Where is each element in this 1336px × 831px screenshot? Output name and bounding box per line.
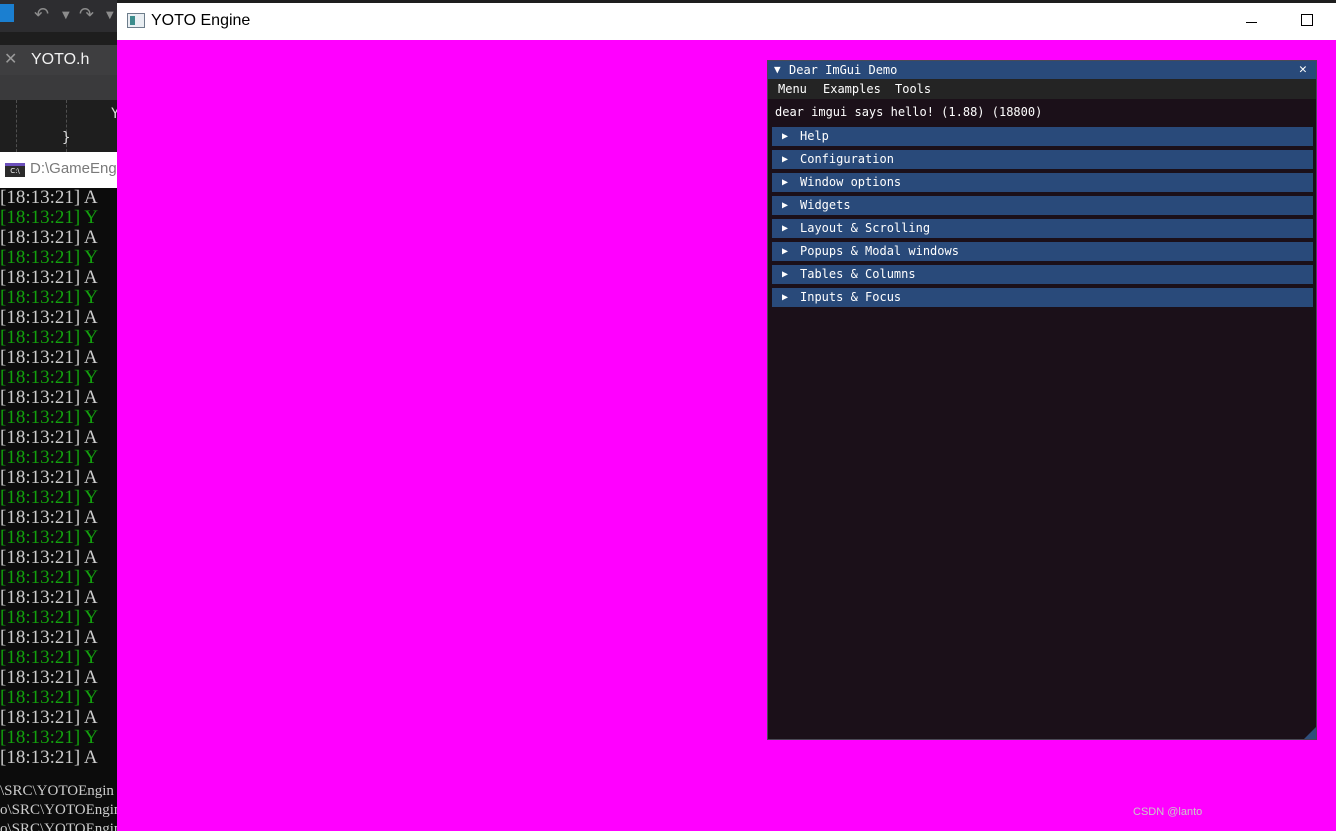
close-icon[interactable]: ✕	[1299, 61, 1307, 79]
header-help[interactable]: ▶ Help	[772, 127, 1313, 146]
expand-arrow-icon: ▶	[782, 269, 789, 280]
imgui-window-title: Dear ImGui Demo	[789, 63, 898, 77]
console-log-line: [18:13:21] A	[0, 547, 98, 568]
console-log-line: [18:13:21] Y	[0, 327, 98, 348]
header-layout-scrolling[interactable]: ▶ Layout & Scrolling	[772, 219, 1313, 238]
console-log-line: [18:13:21] A	[0, 667, 98, 688]
undo-dropdown-icon[interactable]: ▼	[62, 10, 70, 21]
console-log-line: [18:13:21] A	[0, 747, 98, 768]
menu-tools[interactable]: Tools	[895, 79, 931, 99]
vs-toolbar: ↶ ▼ ↷ ▼	[0, 0, 117, 32]
vs-navigation-bar	[0, 75, 117, 100]
imgui-title-bar[interactable]: ▼ Dear ImGui Demo ✕	[768, 61, 1316, 79]
console-log-line: [18:13:21] A	[0, 307, 98, 328]
close-tab-icon[interactable]: ✕	[4, 45, 17, 75]
save-all-icon[interactable]	[0, 4, 14, 22]
minimize-icon[interactable]	[1242, 7, 1262, 35]
console-log-line: [18:13:21] Y	[0, 287, 98, 308]
indent-guide	[16, 100, 17, 152]
console-log-line: [18:13:21] Y	[0, 447, 98, 468]
console-output: [18:13:21] A [18:13:21] Y [18:13:21] A [18:…	[0, 188, 117, 768]
header-label: Configuration	[800, 152, 894, 166]
header-label: Inputs & Focus	[800, 290, 902, 304]
yoto-engine-window: YOTO Engine ▼ Dear ImGui Demo ✕ Menu Exa…	[117, 3, 1336, 831]
window-title: YOTO Engine	[151, 12, 251, 29]
imgui-demo-window[interactable]: ▼ Dear ImGui Demo ✕ Menu Examples Tools …	[767, 60, 1317, 740]
redo-icon[interactable]: ↷	[79, 4, 94, 25]
header-popups-modal[interactable]: ▶ Popups & Modal windows	[772, 242, 1313, 261]
yoto-title-bar[interactable]: YOTO Engine	[117, 3, 1336, 40]
console-log-line: [18:13:21] A	[0, 467, 98, 488]
header-widgets[interactable]: ▶ Widgets	[772, 196, 1313, 215]
console-title-bar[interactable]: C:\ D:\GameEng	[0, 152, 117, 188]
console-log-line: [18:13:21] Y	[0, 207, 98, 228]
console-log-line: [18:13:21] A	[0, 267, 98, 288]
console-title: D:\GameEng	[30, 160, 117, 177]
console-log-line: [18:13:21] A	[0, 387, 98, 408]
console-path-line: o\SRC\YOTOEngin	[0, 821, 117, 831]
console-path-line: o\SRC\YOTOEngin	[0, 802, 117, 818]
watermark: CSDN @lanto	[1133, 806, 1203, 818]
console-log-line: [18:13:21] A	[0, 227, 98, 248]
header-window-options[interactable]: ▶ Window options	[772, 173, 1313, 192]
header-configuration[interactable]: ▶ Configuration	[772, 150, 1313, 169]
console-window: C:\ D:\GameEng [18:13:21] A [18:13:21] Y[…	[0, 152, 117, 831]
header-label: Help	[800, 129, 829, 143]
header-label: Widgets	[800, 198, 851, 212]
header-label: Layout & Scrolling	[800, 221, 931, 235]
expand-arrow-icon: ▶	[782, 131, 789, 142]
console-log-line: [18:13:21] A	[0, 507, 98, 528]
console-log-line: [18:13:21] Y	[0, 247, 98, 268]
expand-arrow-icon: ▶	[782, 154, 789, 165]
maximize-icon[interactable]	[1301, 14, 1313, 26]
expand-arrow-icon: ▶	[782, 200, 789, 211]
console-log-line: [18:13:21] A	[0, 587, 98, 608]
header-label: Tables & Columns	[800, 267, 916, 281]
console-log-line: [18:13:21] Y	[0, 647, 98, 668]
console-log-line: [18:13:21] Y	[0, 607, 98, 628]
expand-arrow-icon: ▶	[782, 177, 789, 188]
collapse-triangle-icon[interactable]: ▼	[774, 62, 781, 78]
console-log-line: [18:13:21] Y	[0, 527, 98, 548]
console-log-line: [18:13:21] Y	[0, 567, 98, 588]
code-editor[interactable]: } Y	[0, 100, 117, 152]
console-log-line: [18:13:21] Y	[0, 487, 98, 508]
console-log-line: [18:13:21] A	[0, 347, 98, 368]
console-log-line: [18:13:21] Y	[0, 367, 98, 388]
expand-arrow-icon: ▶	[782, 246, 789, 257]
undo-icon[interactable]: ↶	[34, 4, 49, 25]
console-app-icon: C:\	[5, 163, 25, 177]
console-log-line: [18:13:21] Y	[0, 687, 98, 708]
tab-yoto-h[interactable]: ✕ YOTO.h	[0, 45, 117, 75]
resize-grip[interactable]	[1304, 727, 1316, 739]
console-log-line: [18:13:21] A	[0, 627, 98, 648]
console-path-line: \SRC\YOTOEngin	[0, 783, 114, 799]
console-log-line: [18:13:21] Y	[0, 407, 98, 428]
vs-tab-bar: ✕ YOTO.h	[0, 45, 117, 75]
menu-examples[interactable]: Examples	[823, 79, 881, 99]
redo-dropdown-icon[interactable]: ▼	[106, 10, 114, 21]
tab-label: YOTO.h	[31, 51, 90, 68]
console-log-line: [18:13:21] A	[0, 427, 98, 448]
expand-arrow-icon: ▶	[782, 292, 789, 303]
hello-text: dear imgui says hello! (1.88) (18800)	[775, 105, 1043, 119]
console-path-lines: \SRC\YOTOEngin o\SRC\YOTOEngin o\SRC\YOTOE…	[0, 782, 117, 831]
header-tables-columns[interactable]: ▶ Tables & Columns	[772, 265, 1313, 284]
imgui-menubar: Menu Examples Tools	[768, 79, 1316, 99]
header-label: Window options	[800, 175, 902, 189]
header-label: Popups & Modal windows	[800, 244, 959, 258]
menu-menu[interactable]: Menu	[778, 79, 807, 99]
app-window-icon	[127, 13, 145, 28]
header-inputs-focus[interactable]: ▶ Inputs & Focus	[772, 288, 1313, 307]
expand-arrow-icon: ▶	[782, 223, 789, 234]
code-brace: }	[62, 130, 71, 146]
console-log-line: [18:13:21] A	[0, 187, 98, 208]
console-log-line: [18:13:21] A	[0, 707, 98, 728]
console-log-line: [18:13:21] Y	[0, 727, 98, 748]
